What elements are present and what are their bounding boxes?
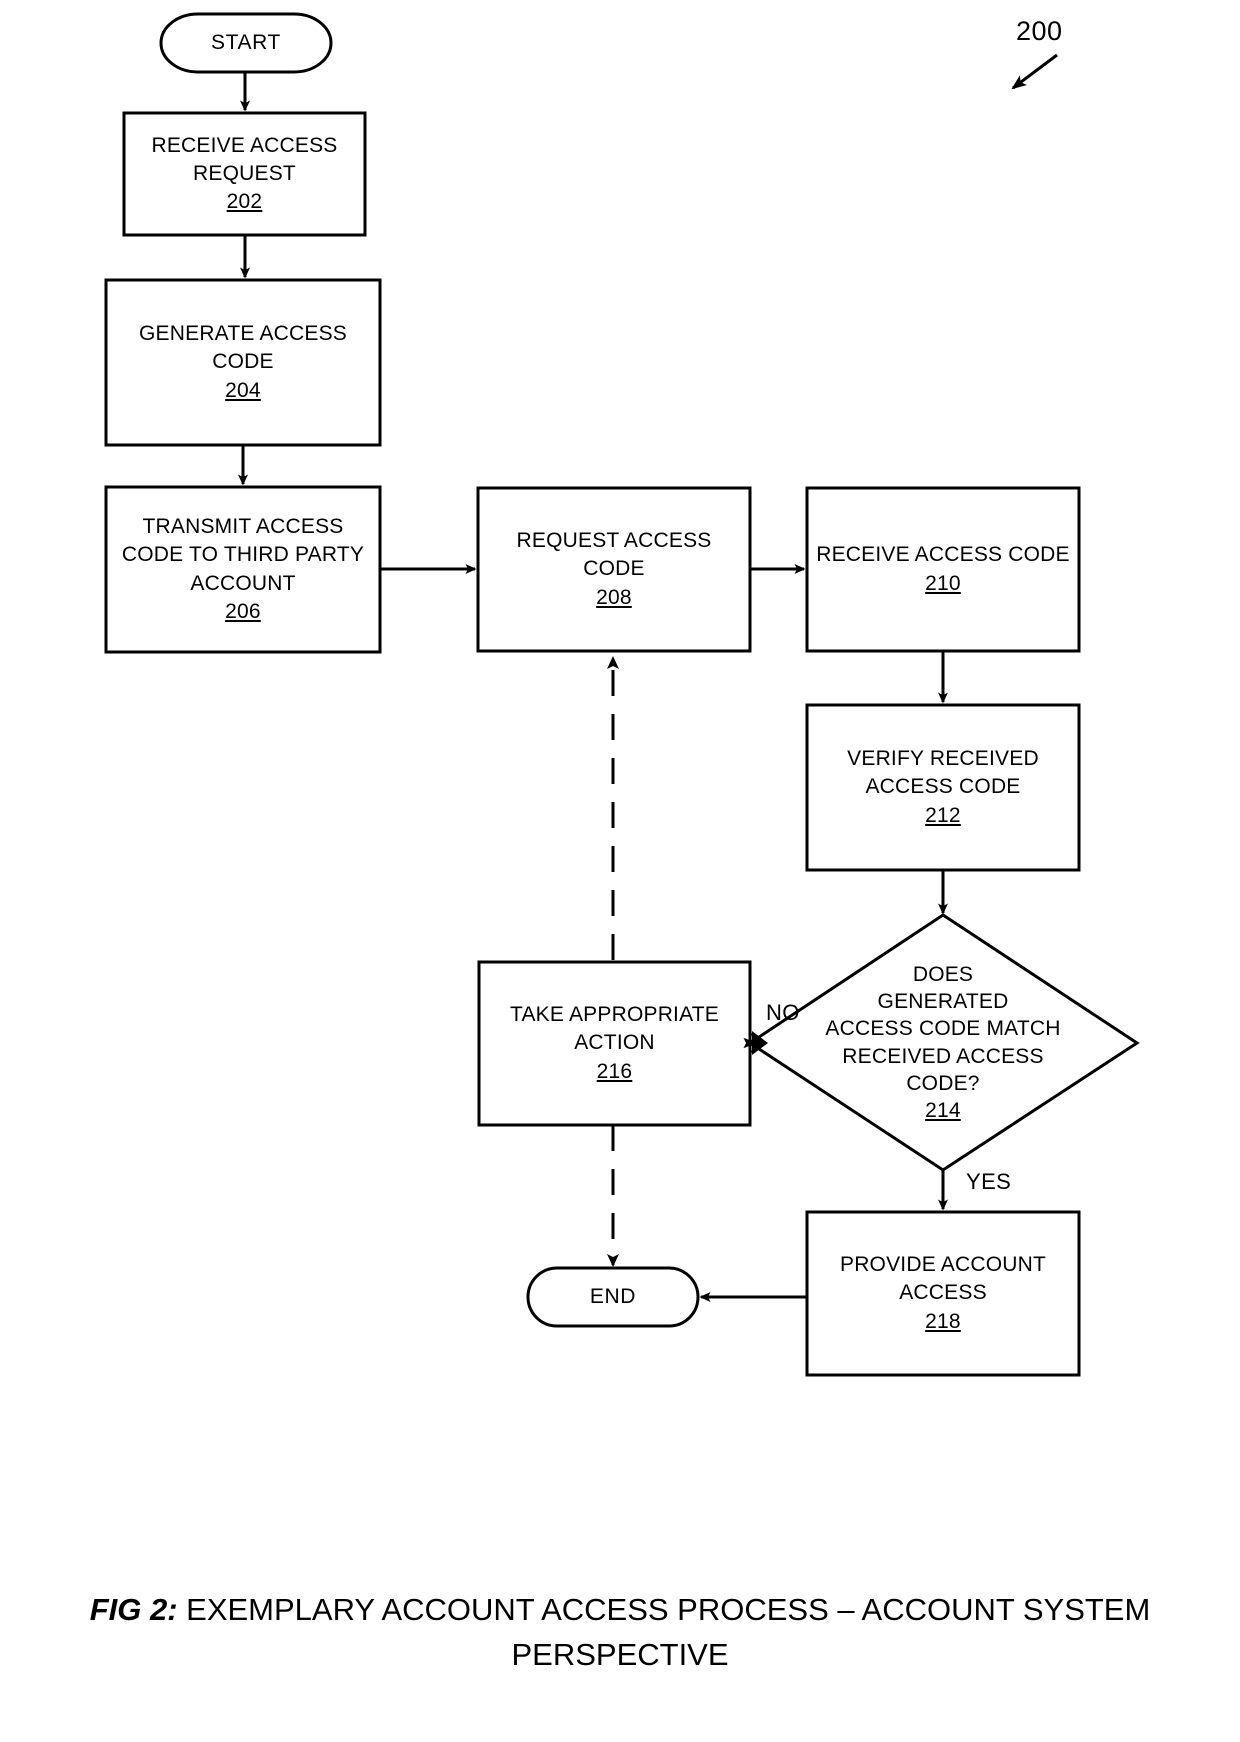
node-206-line3: ACCOUNT: [190, 571, 296, 595]
edge-label-no: NO: [766, 1000, 800, 1025]
node-218-label: PROVIDE ACCOUNT ACCESS 218: [807, 1212, 1079, 1375]
reference-numeral-200: 200: [1016, 16, 1063, 46]
node-212-label: VERIFY RECEIVED ACCESS CODE 212: [807, 705, 1079, 870]
node-204-line1: GENERATE ACCESS: [139, 322, 347, 346]
reference-200-leader-arrow: [1011, 53, 1058, 90]
edge-214-no-arrowhead-shape: [751, 1033, 767, 1053]
node-212-shape: [805, 703, 1081, 872]
node-210-ref: 210: [925, 571, 961, 595]
node-206-line1: TRANSMIT ACCESS: [142, 515, 344, 539]
figure-caption-text: EXEMPLARY ACCOUNT ACCESS PROCESS – ACCOU…: [186, 1592, 1151, 1672]
node-206-label: TRANSMIT ACCESS CODE TO THIRD PARTY ACCO…: [100, 487, 386, 652]
node-214-line4: RECEIVED ACCESS: [842, 1044, 1044, 1068]
node-204-label: GENERATE ACCESS CODE 204: [106, 280, 380, 445]
flowchart-diagram: START RECEIVE ACCESS REQUEST 202 GENERAT…: [0, 0, 1240, 1742]
node-202-line2: REQUEST: [193, 161, 296, 185]
node-218-line1: PROVIDE ACCOUNT: [839, 1253, 1047, 1277]
node-216-label: TAKE APPROPRIATE ACTION 216: [479, 962, 750, 1125]
start-terminal-shape: [159, 12, 333, 74]
node-206-line2: CODE TO THIRD PARTY: [121, 543, 365, 567]
node-216-ref: 216: [596, 1059, 633, 1083]
node-218-line2: ACCESS: [899, 1281, 987, 1305]
end-terminal-label: END: [528, 1268, 698, 1326]
node-214-shape: [747, 913, 1140, 1172]
flowchart-edge-no-layer: [750, 1031, 768, 1055]
node-214-label: DOES GENERATED ACCESS CODE MATCH RECEIVE…: [808, 935, 1078, 1150]
node-216-line1: TAKE APPROPRIATE: [510, 1003, 719, 1027]
node-210-label: RECEIVE ACCESS CODE 210: [803, 488, 1083, 651]
node-216-line2: ACTION: [574, 1031, 655, 1055]
node-216-shape: [477, 960, 752, 1127]
node-208-ref: 208: [596, 585, 632, 609]
node-204-line2: CODE: [212, 350, 274, 374]
node-202-ref: 202: [226, 190, 263, 214]
end-terminal-shape: [526, 1266, 700, 1328]
edge-214-no-arrowhead: [752, 1031, 768, 1055]
node-212-ref: 212: [925, 803, 961, 827]
node-214-ref: 214: [925, 1099, 961, 1123]
figure-caption-prefix: FIG 2:: [89, 1592, 178, 1627]
node-208-shape: [476, 486, 752, 653]
node-206-shape: [104, 485, 382, 654]
node-212-line1: VERIFY RECEIVED: [847, 747, 1039, 771]
start-terminal-label: START: [161, 14, 331, 72]
edge-label-yes: YES: [966, 1169, 1012, 1194]
node-214-line3: ACCESS CODE MATCH: [825, 1017, 1061, 1041]
end-text: END: [589, 1284, 637, 1308]
node-212-line2: ACCESS CODE: [865, 775, 1021, 799]
node-204-shape: [104, 278, 382, 447]
node-208-line2: CODE: [583, 557, 645, 581]
node-208-line1: REQUEST ACCESS: [516, 529, 712, 553]
node-210-shape: [805, 486, 1081, 653]
flowchart-shapes-layer: [104, 12, 1140, 1377]
node-214-line5: CODE?: [906, 1071, 980, 1095]
figure-caption: FIG 2: EXEMPLARY ACCOUNT ACCESS PROCESS …: [0, 1588, 1240, 1678]
node-208-label: REQUEST ACCESS CODE 208: [478, 488, 750, 651]
node-204-ref: 204: [225, 378, 261, 402]
node-214-line1: DOES: [912, 962, 974, 986]
node-210-line1: RECEIVE ACCESS CODE: [816, 543, 1070, 567]
node-202-label: RECEIVE ACCESS REQUEST 202: [124, 113, 365, 235]
node-202-shape: [122, 111, 367, 237]
node-206-ref: 206: [225, 599, 261, 623]
node-218-ref: 218: [925, 1309, 961, 1333]
node-202-line1: RECEIVE ACCESS: [151, 133, 338, 157]
node-218-shape: [805, 1210, 1081, 1377]
node-214-line2: GENERATED: [877, 989, 1009, 1013]
start-text: START: [211, 30, 281, 54]
